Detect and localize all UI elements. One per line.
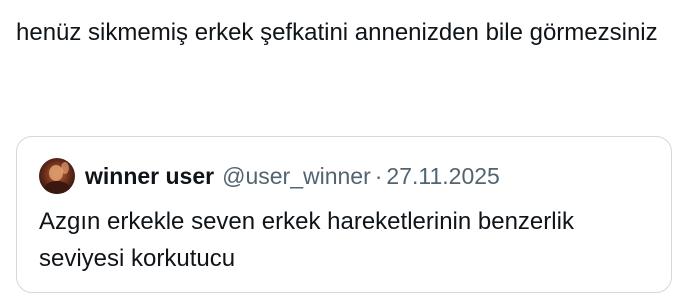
quoted-date[interactable]: 27.11.2025	[386, 163, 499, 190]
tweet-text: henüz sikmemiş erkek şefkatini annenizde…	[16, 19, 658, 46]
quoted-display-name[interactable]: winner user	[85, 163, 214, 190]
separator-dot: ·	[374, 162, 383, 189]
quoted-tweet-card[interactable]: winner user @user_winner · 27.11.2025 Az…	[16, 136, 672, 293]
quoted-handle[interactable]: @user_winner	[222, 163, 371, 190]
avatar-icon[interactable]	[39, 158, 75, 194]
quoted-tweet-text: Azgın erkekle seven erkek hareketlerinin…	[39, 208, 574, 272]
quoted-tweet-header: winner user @user_winner · 27.11.2025	[39, 158, 500, 194]
